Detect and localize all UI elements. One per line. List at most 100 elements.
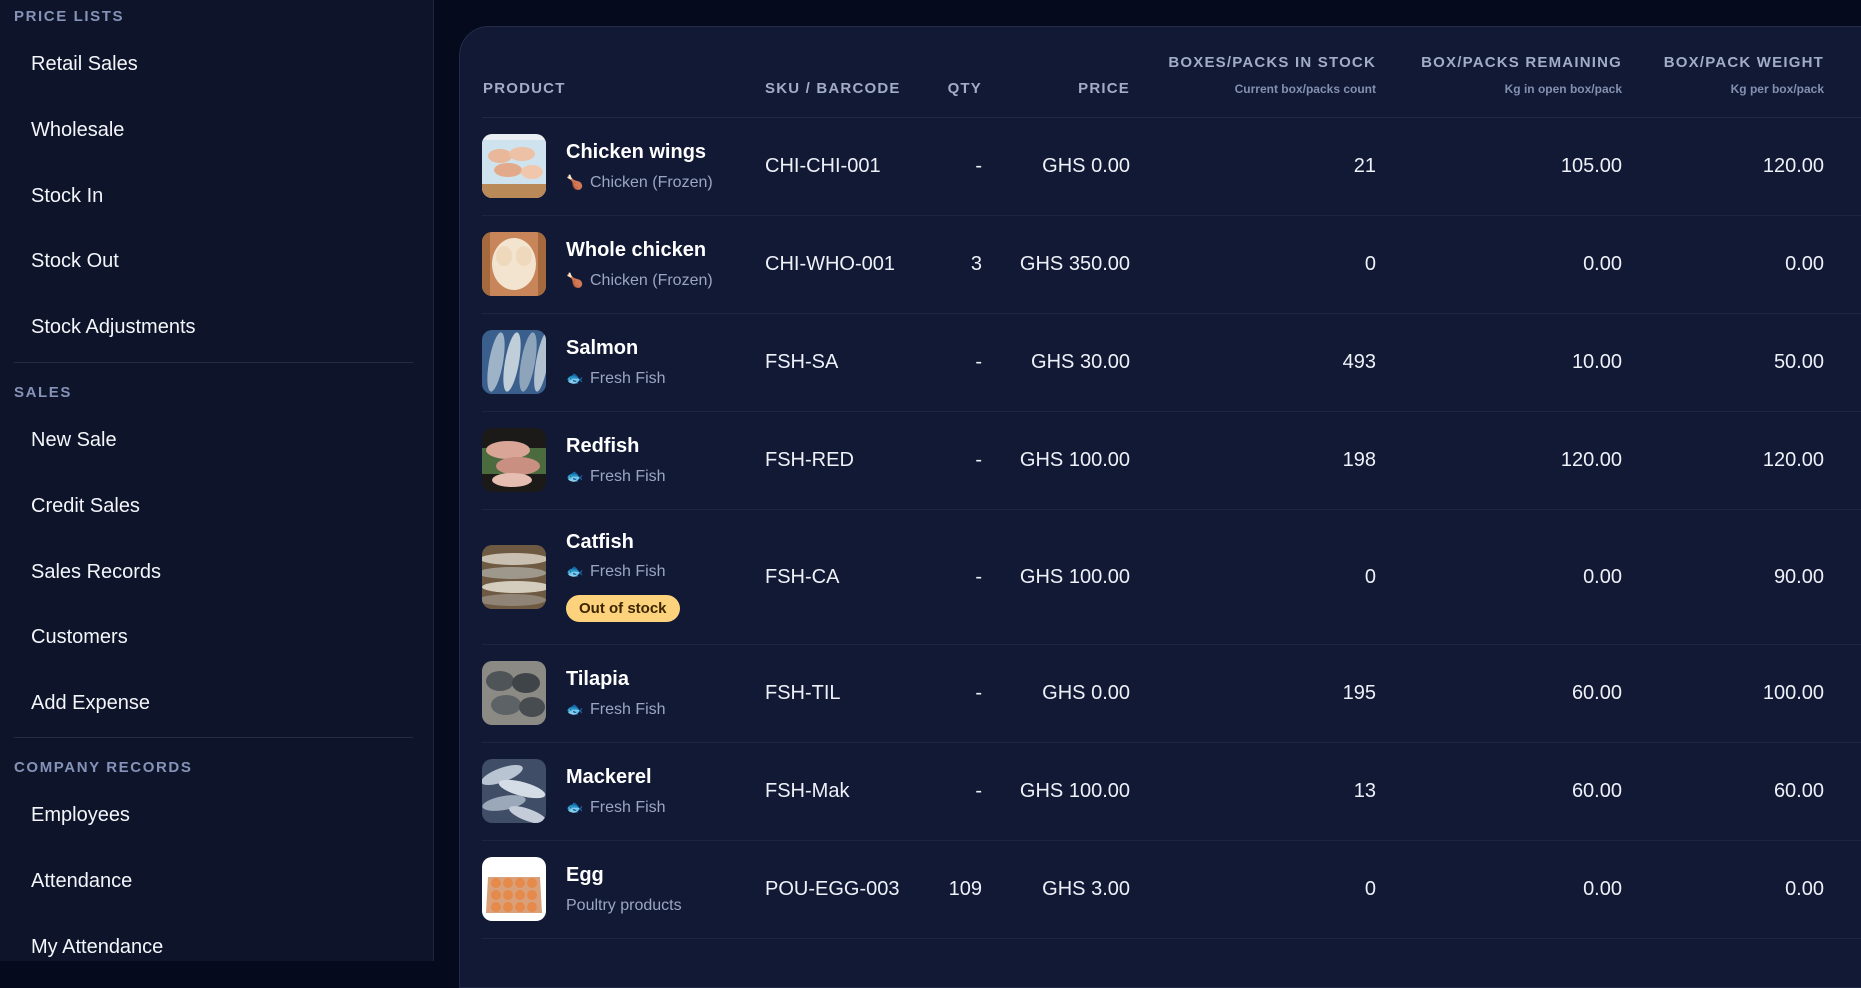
product-qty: -	[975, 155, 982, 177]
column-header-box-packs-remaining[interactable]: BOX/PACKS REMAINING	[1390, 54, 1622, 71]
fish-icon: 🐟	[566, 468, 584, 484]
product-price: GHS 30.00	[1031, 351, 1130, 373]
product-boxes-in-stock: 195	[1342, 682, 1376, 704]
product-thumbnail	[482, 330, 546, 394]
product-box-pack-weight: 60.00	[1773, 780, 1824, 802]
column-header-product[interactable]: PRODUCT	[483, 80, 566, 97]
product-box-pack-weight: 50.00	[1773, 351, 1824, 373]
section-header-sales: SALES	[14, 384, 73, 401]
product-price: GHS 0.00	[1042, 155, 1130, 177]
product-name: Salmon	[566, 337, 639, 359]
column-subheader-boxes-in-stock: Current box/packs count	[1234, 82, 1376, 96]
product-category: 🐟 Fresh Fish	[566, 701, 666, 719]
nav-item-credit-sales[interactable]: Credit Sales	[31, 495, 140, 518]
nav-item-wholesale[interactable]: Wholesale	[31, 119, 124, 142]
nav-item-add-expense[interactable]: Add Expense	[31, 692, 150, 715]
table-row[interactable]: Egg Poultry products POU-EGG-003 109 GHS…	[482, 841, 1861, 939]
column-header-sku[interactable]: SKU / BARCODE	[765, 80, 901, 97]
product-box-pack-weight: 0.00	[1785, 253, 1824, 275]
product-category: 🐟 Fresh Fish	[566, 563, 666, 581]
product-price: GHS 3.00	[1042, 878, 1130, 900]
product-thumbnail	[482, 134, 546, 198]
product-category-label: Fresh Fish	[590, 799, 666, 816]
product-qty: -	[975, 780, 982, 802]
product-box-packs-remaining: 60.00	[1571, 682, 1622, 704]
product-category: 🐟 Fresh Fish	[566, 799, 666, 817]
product-sku: FSH-SA	[765, 351, 839, 373]
product-boxes-in-stock: 21	[1353, 155, 1376, 177]
product-price: GHS 100.00	[1019, 449, 1130, 471]
table-row[interactable]: Mackerel 🐟 Fresh Fish FSH-Mak - GHS 100.0…	[482, 743, 1861, 841]
product-sku: CHI-WHO-001	[765, 253, 896, 275]
product-category-label: Fresh Fish	[590, 701, 666, 718]
column-header-price[interactable]: PRICE	[1000, 80, 1130, 97]
column-subheader-box-pack-weight: Kg per box/pack	[1730, 82, 1824, 96]
drumstick-icon: 🍗	[566, 272, 584, 288]
nav-item-retail-sales[interactable]: Retail Sales	[31, 53, 138, 76]
table-row[interactable]: Salmon 🐟 Fresh Fish FSH-SA - GHS 30.00 49…	[482, 314, 1861, 412]
product-thumbnail	[482, 232, 546, 296]
product-category-label: Fresh Fish	[590, 468, 666, 485]
product-thumbnail	[482, 545, 546, 609]
nav-item-my-attendance[interactable]: My Attendance	[31, 936, 163, 959]
product-sku: FSH-TIL	[765, 682, 841, 704]
sidebar: PRICE LISTS Retail Sales Wholesale Stock…	[0, 0, 434, 961]
table-row[interactable]: Redfish 🐟 Fresh Fish FSH-RED - GHS 100.00…	[482, 412, 1861, 510]
product-boxes-in-stock: 0	[1364, 566, 1376, 588]
product-box-pack-weight: 0.00	[1785, 878, 1824, 900]
product-box-packs-remaining: 0.00	[1583, 566, 1622, 588]
product-box-packs-remaining: 105.00	[1560, 155, 1622, 177]
table-row[interactable]: Whole chicken 🍗 Chicken (Frozen) CHI-WHO-…	[482, 216, 1861, 314]
product-thumbnail	[482, 428, 546, 492]
column-header-box-pack-weight[interactable]: BOX/PACK WEIGHT	[1640, 54, 1824, 71]
product-qty: -	[975, 449, 982, 471]
product-price: GHS 0.00	[1042, 682, 1130, 704]
table-row[interactable]: Tilapia 🐟 Fresh Fish FSH-TIL - GHS 0.00 1…	[482, 645, 1861, 743]
nav-item-stock-out[interactable]: Stock Out	[31, 250, 119, 273]
product-qty: 3	[970, 253, 982, 275]
product-sku: FSH-CA	[765, 566, 840, 588]
product-boxes-in-stock: 13	[1353, 780, 1376, 802]
product-thumbnail	[482, 759, 546, 823]
product-price: GHS 350.00	[1019, 253, 1130, 275]
product-name: Chicken wings	[566, 141, 707, 163]
nav-item-stock-in[interactable]: Stock In	[31, 185, 103, 208]
table-row[interactable]: Catfish 🐟 Fresh Fish Out of stock FSH-CA …	[482, 510, 1861, 645]
product-boxes-in-stock: 0	[1364, 878, 1376, 900]
fish-icon: 🐟	[566, 563, 584, 579]
nav-item-stock-adjustments[interactable]: Stock Adjustments	[31, 316, 196, 339]
out-of-stock-badge: Out of stock	[566, 595, 680, 622]
product-name: Mackerel	[566, 766, 652, 788]
product-price: GHS 100.00	[1019, 566, 1130, 588]
fish-icon: 🐟	[566, 370, 584, 386]
sidebar-divider	[14, 737, 413, 738]
column-header-qty[interactable]: QTY	[900, 80, 982, 97]
product-category: 🍗 Chicken (Frozen)	[566, 174, 713, 192]
table-row[interactable]: Chicken wings 🍗 Chicken (Frozen) CHI-CHI-…	[482, 118, 1861, 216]
product-thumbnail	[482, 857, 546, 921]
product-box-pack-weight: 90.00	[1773, 566, 1824, 588]
fish-icon: 🐟	[566, 799, 584, 815]
product-sku: FSH-RED	[765, 449, 854, 471]
product-box-pack-weight: 120.00	[1762, 155, 1824, 177]
nav-item-customers[interactable]: Customers	[31, 626, 128, 649]
product-name: Egg	[566, 864, 604, 886]
product-qty: -	[975, 566, 982, 588]
product-box-packs-remaining: 0.00	[1583, 878, 1622, 900]
product-category: 🐟 Fresh Fish	[566, 370, 666, 388]
nav-item-new-sale[interactable]: New Sale	[31, 429, 117, 452]
product-name: Redfish	[566, 435, 640, 457]
product-category: 🍗 Chicken (Frozen)	[566, 272, 713, 290]
product-box-pack-weight: 120.00	[1762, 449, 1824, 471]
product-sku: CHI-CHI-001	[765, 155, 881, 177]
nav-item-attendance[interactable]: Attendance	[31, 870, 132, 893]
product-category: Poultry products	[566, 897, 682, 914]
column-subheader-box-packs-remaining: Kg in open box/pack	[1504, 82, 1622, 96]
nav-item-employees[interactable]: Employees	[31, 804, 130, 827]
sidebar-divider	[14, 362, 413, 363]
nav-item-sales-records[interactable]: Sales Records	[31, 561, 161, 584]
product-box-packs-remaining: 120.00	[1560, 449, 1622, 471]
product-price: GHS 100.00	[1019, 780, 1130, 802]
column-header-boxes-in-stock[interactable]: BOXES/PACKS IN STOCK	[1150, 54, 1376, 71]
product-thumbnail	[482, 661, 546, 725]
